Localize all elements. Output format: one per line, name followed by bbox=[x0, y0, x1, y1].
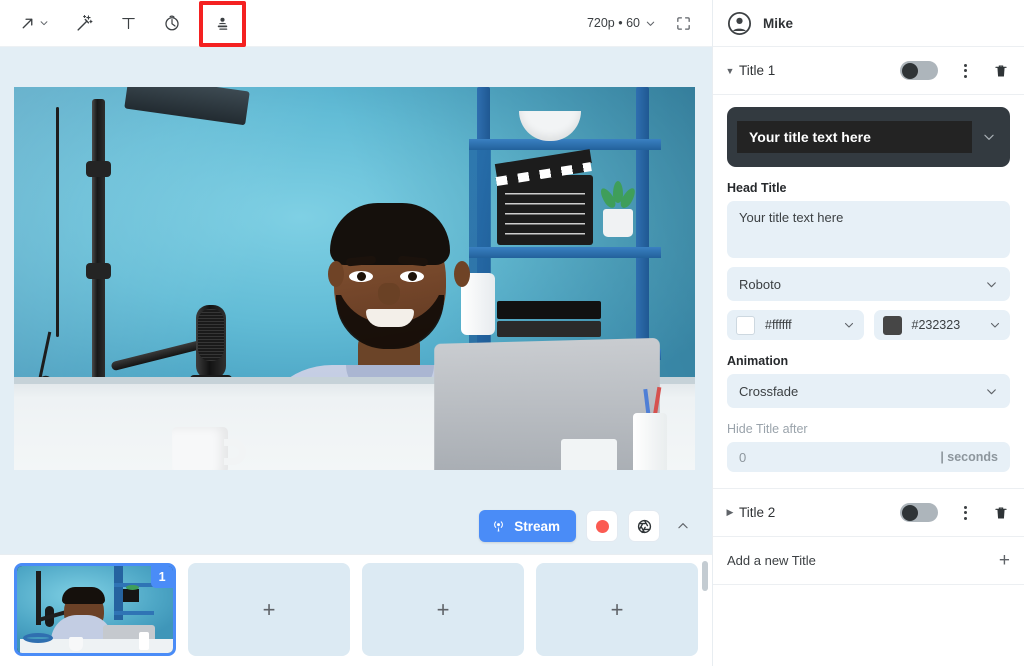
animation-select[interactable]: Crossfade bbox=[727, 374, 1010, 408]
title2-more-vertical-icon[interactable] bbox=[954, 506, 976, 520]
trash-icon bbox=[993, 505, 1009, 521]
add-new-title-row[interactable]: Add a new Title + bbox=[713, 537, 1024, 585]
add-scene-slot-2[interactable]: + bbox=[188, 563, 350, 656]
background-color-swatch bbox=[883, 316, 902, 335]
animation-label: Animation bbox=[727, 354, 1010, 368]
magic-wand-tool[interactable] bbox=[62, 4, 106, 42]
chevron-down-icon bbox=[843, 319, 855, 331]
add-scene-slot-3[interactable]: + bbox=[362, 563, 524, 656]
title1-more-vertical-icon[interactable] bbox=[954, 64, 976, 78]
camera-settings-button[interactable] bbox=[628, 510, 660, 542]
fullscreen-icon bbox=[675, 15, 692, 32]
video-preview-area: Stream bbox=[0, 47, 712, 554]
title1-header[interactable]: ▼ Title 1 bbox=[713, 47, 1024, 95]
background-color-value: #232323 bbox=[912, 318, 961, 332]
arrow-up-right-icon bbox=[19, 15, 36, 32]
add-new-title-label: Add a new Title bbox=[727, 553, 999, 568]
plus-icon: + bbox=[611, 599, 624, 621]
text-color-value: #ffffff bbox=[765, 318, 792, 332]
title-preview-chevron-down-icon[interactable] bbox=[978, 130, 1000, 144]
titles-panel: Mike ▼ Title 1 Your title text here Head… bbox=[712, 0, 1024, 666]
title-preview-text: Your title text here bbox=[737, 121, 972, 153]
animation-value: Crossfade bbox=[739, 384, 985, 399]
user-name: Mike bbox=[763, 16, 793, 31]
record-button[interactable] bbox=[586, 510, 618, 542]
collapse-controls-button[interactable] bbox=[670, 510, 696, 542]
chevron-down-icon bbox=[985, 385, 998, 398]
trash-icon bbox=[993, 63, 1009, 79]
add-scene-slot-4[interactable]: + bbox=[536, 563, 698, 656]
font-select[interactable]: Roboto bbox=[727, 267, 1010, 301]
plus-icon: + bbox=[999, 550, 1010, 572]
title1-label: Title 1 bbox=[739, 63, 900, 78]
text-color-swatch bbox=[736, 316, 755, 335]
title1-toggle[interactable] bbox=[900, 61, 938, 80]
quality-label: 720p • 60 bbox=[587, 16, 640, 30]
chevron-down-icon bbox=[989, 319, 1001, 331]
font-value: Roboto bbox=[739, 277, 985, 292]
scene-thumbnail-strip: 1 + + + bbox=[0, 554, 712, 666]
plus-icon: + bbox=[263, 599, 276, 621]
broadcast-icon bbox=[491, 519, 506, 534]
text-color-picker[interactable]: #ffffff bbox=[727, 310, 864, 340]
hide-title-after-value: 0 bbox=[739, 450, 746, 465]
aperture-icon bbox=[636, 518, 653, 535]
head-title-input[interactable]: Your title text here bbox=[727, 201, 1010, 258]
title1-expand-caret[interactable]: ▼ bbox=[721, 66, 739, 76]
title-banner-tool[interactable] bbox=[199, 1, 246, 47]
seconds-suffix: | seconds bbox=[940, 450, 998, 464]
toolbar-right-group: 720p • 60 bbox=[581, 6, 712, 40]
top-toolbar: 720p • 60 bbox=[0, 0, 712, 47]
stopwatch-icon bbox=[163, 14, 181, 32]
scene-thumbnail-preview bbox=[17, 566, 173, 653]
title2-toggle[interactable] bbox=[900, 503, 938, 522]
title2-header[interactable]: ▶ Title 2 bbox=[713, 489, 1024, 537]
title-preview-box[interactable]: Your title text here bbox=[727, 107, 1010, 167]
chevron-down-icon bbox=[39, 18, 49, 28]
account-circle-icon bbox=[727, 11, 752, 36]
chevron-up-icon bbox=[676, 519, 690, 533]
user-row[interactable]: Mike bbox=[713, 0, 1024, 47]
hide-title-after-label: Hide Title after bbox=[727, 422, 1010, 436]
hide-title-after-input[interactable]: 0 | seconds bbox=[727, 442, 1010, 472]
title2-delete-button[interactable] bbox=[990, 505, 1012, 521]
app-root: 720p • 60 Stream 1 + + + Mike ▼ Title 1 … bbox=[0, 0, 1024, 666]
record-dot-icon bbox=[596, 520, 609, 533]
studio-scene-image bbox=[14, 87, 695, 470]
chevron-down-icon bbox=[645, 18, 656, 29]
title2-label: Title 2 bbox=[739, 505, 900, 520]
video-frame[interactable] bbox=[14, 87, 695, 470]
text-t-icon bbox=[120, 15, 137, 32]
stream-label: Stream bbox=[514, 519, 560, 534]
scene-number-badge: 1 bbox=[151, 566, 173, 588]
magic-wand-icon bbox=[75, 14, 94, 33]
stream-button[interactable]: Stream bbox=[479, 510, 576, 542]
pointer-arrow-tool[interactable] bbox=[6, 4, 62, 42]
title2-expand-caret[interactable]: ▶ bbox=[721, 507, 739, 518]
scene-thumbnail-1[interactable]: 1 bbox=[14, 563, 176, 656]
quality-selector[interactable]: 720p • 60 bbox=[581, 10, 662, 36]
title1-delete-button[interactable] bbox=[990, 63, 1012, 79]
stage-area: 720p • 60 Stream 1 + + + bbox=[0, 0, 712, 666]
timer-tool[interactable] bbox=[150, 4, 194, 42]
thumbnail-scrollbar[interactable] bbox=[702, 561, 708, 591]
title1-body: Your title text here Head Title Your tit… bbox=[713, 95, 1024, 489]
lower-third-person-icon bbox=[213, 15, 232, 34]
chevron-down-icon bbox=[985, 278, 998, 291]
head-title-label: Head Title bbox=[727, 181, 1010, 195]
color-row: #ffffff #232323 bbox=[727, 310, 1010, 340]
fullscreen-button[interactable] bbox=[666, 6, 700, 40]
stage-controls: Stream bbox=[479, 498, 696, 554]
plus-icon: + bbox=[437, 599, 450, 621]
background-color-picker[interactable]: #232323 bbox=[874, 310, 1011, 340]
text-tool[interactable] bbox=[106, 4, 150, 42]
